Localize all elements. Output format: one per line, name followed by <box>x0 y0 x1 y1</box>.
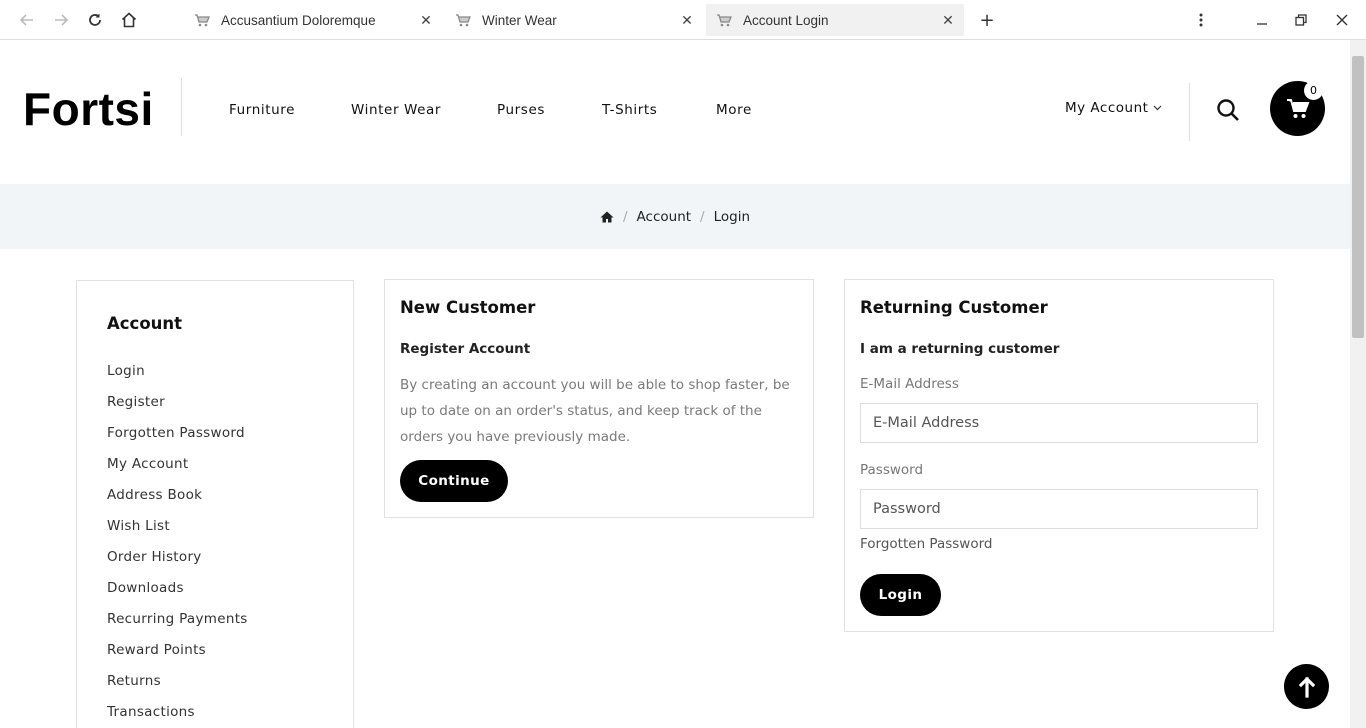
home-browser-icon[interactable] <box>118 9 140 31</box>
account-sidebar: Account Login Register Forgotten Passwor… <box>76 280 354 728</box>
tab-title: Accusantium Doloremque <box>221 12 376 28</box>
sidebar-title: Account <box>107 314 183 333</box>
sidebar-item-reward-points[interactable]: Reward Points <box>107 641 248 672</box>
returning-customer-heading: I am a returning customer <box>860 341 1060 357</box>
tab-winter-wear[interactable]: Winter Wear ✕ <box>445 4 703 36</box>
cart-count-badge: 0 <box>1304 81 1323 100</box>
site-header: Fortsi Furniture Winter Wear Purses T-Sh… <box>0 40 1350 184</box>
continue-button[interactable]: Continue <box>400 460 508 502</box>
my-account-dropdown[interactable]: My Account <box>1065 100 1162 116</box>
chevron-down-icon <box>1154 105 1162 111</box>
sidebar-item-register[interactable]: Register <box>107 393 248 424</box>
divider <box>181 78 182 136</box>
sidebar-item-my-account[interactable]: My Account <box>107 455 248 486</box>
register-account-heading: Register Account <box>400 341 531 357</box>
minimize-icon[interactable] <box>1252 10 1272 30</box>
breadcrumb-separator: / <box>622 208 628 225</box>
account-links: Login Register Forgotten Password My Acc… <box>107 362 248 728</box>
new-customer-panel: New Customer Register Account By creatin… <box>384 279 814 518</box>
new-customer-title: New Customer <box>400 298 536 317</box>
email-field[interactable] <box>860 403 1258 443</box>
sidebar-item-login[interactable]: Login <box>107 362 248 393</box>
back-icon[interactable] <box>16 9 38 31</box>
breadcrumb-item-account[interactable]: Account <box>637 209 692 225</box>
home-icon[interactable] <box>600 211 614 223</box>
sidebar-item-address-book[interactable]: Address Book <box>107 486 248 517</box>
cart-favicon-icon <box>456 14 471 27</box>
returning-customer-panel: Returning Customer I am a returning cust… <box>844 279 1274 632</box>
main-menu: Furniture Winter Wear Purses T-Shirts Mo… <box>229 102 752 118</box>
kebab-menu-icon[interactable] <box>1191 10 1211 30</box>
forgotten-password-link[interactable]: Forgotten Password <box>860 536 992 552</box>
menu-item-furniture[interactable]: Furniture <box>229 102 351 118</box>
login-button[interactable]: Login <box>860 574 941 616</box>
sidebar-item-downloads[interactable]: Downloads <box>107 579 248 610</box>
password-field[interactable] <box>860 489 1258 529</box>
new-tab-button[interactable]: + <box>976 9 998 31</box>
sidebar-item-order-history[interactable]: Order History <box>107 548 248 579</box>
returning-customer-title: Returning Customer <box>860 298 1048 317</box>
breadcrumb-item-login[interactable]: Login <box>714 209 750 225</box>
cart-favicon-icon <box>195 14 210 27</box>
browser-toolbar: Accusantium Doloremque ✕ Winter Wear ✕ A… <box>0 0 1366 40</box>
sidebar-item-wish-list[interactable]: Wish List <box>107 517 248 548</box>
cart-favicon-icon <box>717 14 732 27</box>
search-icon[interactable] <box>1216 98 1240 122</box>
menu-item-t-shirts[interactable]: T-Shirts <box>602 102 716 118</box>
menu-item-winter-wear[interactable]: Winter Wear <box>351 102 497 118</box>
menu-item-purses[interactable]: Purses <box>497 102 602 118</box>
tab-title: Account Login <box>743 12 829 28</box>
forward-icon[interactable] <box>50 9 72 31</box>
divider <box>1189 83 1190 141</box>
scrollbar-thumb[interactable] <box>1352 56 1364 338</box>
site-logo[interactable]: Fortsi <box>23 82 154 136</box>
arrow-up-icon <box>1298 676 1315 698</box>
window-close-icon[interactable] <box>1332 10 1352 30</box>
password-label: Password <box>860 462 924 478</box>
register-description: By creating an account you will be able … <box>400 377 790 445</box>
sidebar-item-recurring-payments[interactable]: Recurring Payments <box>107 610 248 641</box>
back-to-top-button[interactable] <box>1284 664 1329 709</box>
my-account-label: My Account <box>1065 100 1149 116</box>
tab-account-login[interactable]: Account Login ✕ <box>706 4 964 36</box>
sidebar-item-forgotten-password[interactable]: Forgotten Password <box>107 424 248 455</box>
cart-icon <box>1286 98 1309 118</box>
breadcrumb: / Account / Login <box>0 184 1350 249</box>
sidebar-item-transactions[interactable]: Transactions <box>107 703 248 728</box>
close-icon[interactable]: ✕ <box>418 12 434 28</box>
tab-accusantium[interactable]: Accusantium Doloremque ✕ <box>184 4 442 36</box>
breadcrumb-separator: / <box>700 208 705 225</box>
sidebar-item-returns[interactable]: Returns <box>107 672 248 703</box>
tab-title: Winter Wear <box>482 12 557 28</box>
reload-icon[interactable] <box>84 9 106 31</box>
email-label: E-Mail Address <box>860 376 959 392</box>
close-icon[interactable]: ✕ <box>940 12 956 28</box>
close-icon[interactable]: ✕ <box>679 12 695 28</box>
menu-item-more[interactable]: More <box>716 102 752 118</box>
restore-icon[interactable] <box>1291 10 1311 30</box>
